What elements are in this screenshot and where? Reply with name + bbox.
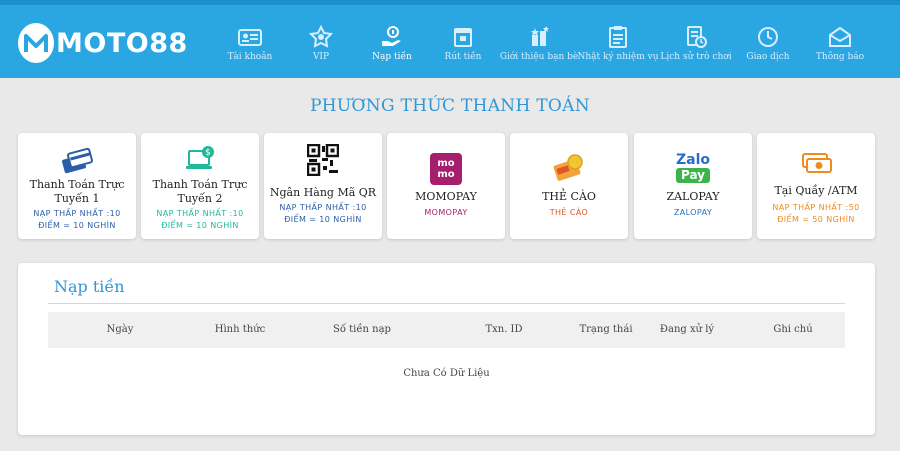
qr-code-icon [307, 144, 339, 176]
payment-card-title: Thanh Toán Trực Tuyến 2 [152, 178, 248, 205]
nav-label: Nhật ký nhiệm vụ [577, 52, 659, 62]
transaction-icon [758, 27, 778, 47]
task-log-icon [609, 26, 627, 48]
top-header: MOTO88 Tài khoản VIP Nạp tiền Rút tiền G… [0, 0, 900, 78]
payment-card-title: MOMOPAY [415, 190, 477, 203]
payment-card-title: ZALOPAY [666, 190, 720, 203]
logo-m-icon [18, 23, 54, 63]
column-header-amount[interactable]: Số tiền nạp [312, 324, 412, 335]
nav-label: Thông báo [815, 52, 865, 62]
id-card-icon [238, 29, 262, 46]
zalopay-logo-icon: Zalo Pay [675, 152, 710, 183]
payment-card-rate: ĐIỂM = 10 NGHÌN [284, 215, 362, 224]
deposit-history-panel: Nạp tiền Ngày Hình thức Số tiền nạp Txn.… [18, 263, 875, 435]
payment-card-scratch-card[interactable]: THẺ CÀO THẺ CÀO [510, 133, 628, 239]
atm-cash-icon [802, 153, 832, 173]
payment-card-code: MOMOPAY [424, 208, 468, 217]
payment-card-bank-qr[interactable]: Ngân Hàng Mã QR NẠP THẤP NHẤT :10 ĐIỂM =… [264, 133, 382, 239]
scratch-card-icon [553, 154, 583, 181]
payment-card-rate: ĐIỂM = 10 NGHÌN [161, 221, 239, 230]
deposit-icon [382, 26, 401, 46]
payment-card-title: Thanh Toán Trực Tuyến 1 [29, 178, 125, 205]
column-header-txn-id[interactable]: Txn. ID [454, 324, 554, 335]
payment-card-momopay[interactable]: mo mo MOMOPAY MOMOPAY [387, 133, 505, 239]
column-header-date[interactable]: Ngày [70, 324, 170, 335]
nav-task-log[interactable]: Nhật ký nhiệm vụ [574, 25, 662, 62]
brand-logo[interactable]: MOTO88 [18, 23, 188, 63]
payment-card-code: THẺ CÀO [549, 208, 589, 217]
withdraw-icon [454, 28, 472, 47]
nav-notification[interactable]: Thông báo [796, 25, 884, 62]
payment-card-rate: ĐIỂM = 50 NGHÌN [777, 215, 855, 224]
nav-withdraw[interactable]: Rút tiền [419, 25, 507, 62]
divider [48, 303, 845, 304]
payment-card-online-1[interactable]: Thanh Toán Trực Tuyến 1 NẠP THẤP NHẤT :1… [18, 133, 136, 239]
payment-card-min: NẠP THẤP NHẤT :10 [156, 209, 244, 218]
game-history-icon [687, 26, 707, 48]
zalopay-logo-bottom: Pay [675, 168, 710, 183]
payment-card-title: Ngân Hàng Mã QR [269, 186, 377, 199]
payment-card-rate: ĐIỂM = 10 NGHÌN [38, 221, 116, 230]
notification-icon [829, 26, 851, 47]
payment-card-min: NẠP THẤP NHẤT :10 [33, 209, 121, 218]
payment-card-online-2[interactable]: $ Thanh Toán Trực Tuyến 2 NẠP THẤP NHẤT … [141, 133, 259, 239]
laptop-money-icon: $ [186, 146, 214, 169]
deposit-table-header: Ngày Hình thức Số tiền nạp Txn. ID Trạng… [48, 312, 845, 348]
svg-text:$: $ [205, 148, 211, 158]
payment-card-title: Tại Quầy /ATM [774, 184, 858, 197]
credit-cards-icon [62, 147, 93, 174]
column-header-note[interactable]: Ghi chú [743, 324, 843, 335]
zalopay-logo-top: Zalo [675, 152, 710, 168]
payment-card-min: NẠP THẤP NHẤT :50 [772, 203, 860, 212]
deposit-panel-title: Nạp tiền [54, 277, 125, 296]
vip-badge-icon [308, 25, 334, 48]
nav-label: Giới thiệu bạn bè [499, 52, 579, 62]
refer-friend-icon [531, 26, 549, 46]
nav-label: Rút tiền [444, 52, 482, 62]
payment-methods-title: PHƯƠNG THỨC THANH TOÁN [310, 96, 590, 116]
momo-logo-text: mo mo [437, 158, 455, 180]
payment-card-zalopay[interactable]: Zalo Pay ZALOPAY ZALOPAY [634, 133, 752, 239]
empty-state-text: Chưa Có Dữ Liệu [403, 368, 490, 379]
momo-logo-icon: mo mo [430, 153, 462, 185]
column-header-method[interactable]: Hình thức [190, 324, 290, 335]
logo-text: MOTO88 [56, 27, 188, 59]
column-header-processing[interactable]: Đang xử lý [637, 324, 737, 335]
nav-refer-friend[interactable]: Giới thiệu bạn bè [495, 25, 583, 62]
payment-card-min: NẠP THẤP NHẤT :10 [279, 203, 367, 212]
payment-card-counter-atm[interactable]: Tại Quầy /ATM NẠP THẤP NHẤT :50 ĐIỂM = 5… [757, 133, 875, 239]
payment-card-title: THẺ CÀO [542, 190, 596, 203]
payment-card-code: ZALOPAY [673, 208, 713, 217]
